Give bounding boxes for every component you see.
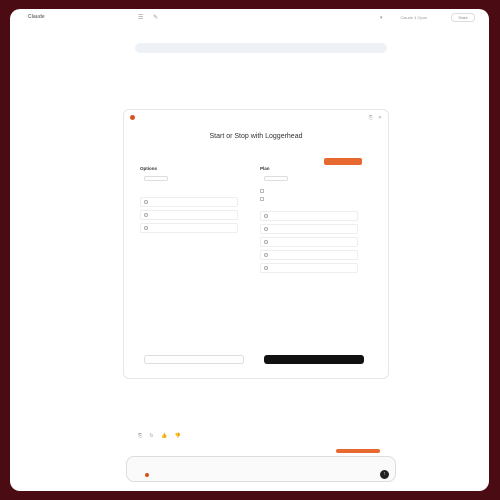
tool-icon <box>145 473 149 478</box>
model-label[interactable]: Claude 4 Opus <box>400 15 427 20</box>
primary-button[interactable] <box>264 355 364 364</box>
plan-options-list <box>260 211 360 273</box>
chat-input[interactable]: ↑ <box>126 456 396 482</box>
top-icons: ☰ ✎ <box>138 14 166 21</box>
thumbs-down-icon[interactable]: 👎 <box>175 433 181 439</box>
top-bar: Claude ☰ ✎ ▾ Claude 4 Opus Share <box>10 9 489 31</box>
plan-column: Plan <box>260 166 360 279</box>
info-banner <box>135 43 387 53</box>
checkbox-icon[interactable] <box>260 189 264 193</box>
artifact-tools: ⎘ ✕ <box>364 115 382 121</box>
list-item[interactable] <box>260 250 358 260</box>
close-icon[interactable]: ✕ <box>378 115 382 121</box>
list-item[interactable] <box>260 211 358 221</box>
column-title: Plan <box>260 166 270 171</box>
message-actions: ⎘ ↻ 👍 👎 <box>138 433 187 439</box>
menu-chevron-icon[interactable]: ▾ <box>380 15 383 21</box>
radio-icon[interactable] <box>144 213 148 217</box>
app-window: Claude ☰ ✎ ▾ Claude 4 Opus Share ⎘ ✕ Star… <box>10 9 489 491</box>
list-item[interactable] <box>260 263 358 273</box>
new-chat-icon[interactable]: ✎ <box>153 15 158 21</box>
select-row <box>140 176 240 181</box>
options-list <box>140 197 240 233</box>
retry-icon[interactable]: ↻ <box>149 433 153 439</box>
list-item[interactable] <box>140 210 238 220</box>
attachment-chip[interactable] <box>145 473 151 478</box>
checkbox-item[interactable] <box>260 197 352 201</box>
list-item[interactable] <box>260 224 358 234</box>
radio-icon[interactable] <box>264 240 268 244</box>
radio-icon[interactable] <box>144 226 148 230</box>
artifact-icon <box>130 115 135 121</box>
artifact-header <box>130 115 138 121</box>
accent-indicator <box>336 449 380 453</box>
app-logo[interactable]: Claude <box>28 14 45 20</box>
thumbs-up-icon[interactable]: 👍 <box>161 433 167 439</box>
select-row <box>260 176 360 181</box>
list-item[interactable] <box>260 237 358 247</box>
copy-icon[interactable]: ⎘ <box>369 115 373 121</box>
checkbox-item[interactable] <box>260 189 352 193</box>
share-button[interactable]: Share <box>451 13 475 22</box>
copy-icon[interactable]: ⎘ <box>138 433 142 439</box>
radio-icon[interactable] <box>264 214 268 218</box>
card-title: Start or Stop with Loggerhead <box>209 133 303 140</box>
sidebar-icon[interactable]: ☰ <box>138 15 143 21</box>
secondary-button[interactable] <box>144 355 244 364</box>
list-item[interactable] <box>140 223 238 233</box>
status-badge <box>324 158 362 165</box>
send-button[interactable]: ↑ <box>380 470 389 479</box>
options-column: Options <box>140 166 240 233</box>
column-title: Options <box>140 166 157 171</box>
artifact-card: ⎘ ✕ Start or Stop with Loggerhead Options… <box>123 109 389 379</box>
radio-icon[interactable] <box>264 227 268 231</box>
radio-icon[interactable] <box>264 253 268 257</box>
radio-icon[interactable] <box>144 200 148 204</box>
checkbox-icon[interactable] <box>260 197 264 201</box>
list-item[interactable] <box>140 197 238 207</box>
select-dropdown[interactable] <box>144 176 168 181</box>
arrow-up-icon: ↑ <box>383 471 386 477</box>
radio-icon[interactable] <box>264 266 268 270</box>
select-dropdown[interactable] <box>264 176 288 181</box>
